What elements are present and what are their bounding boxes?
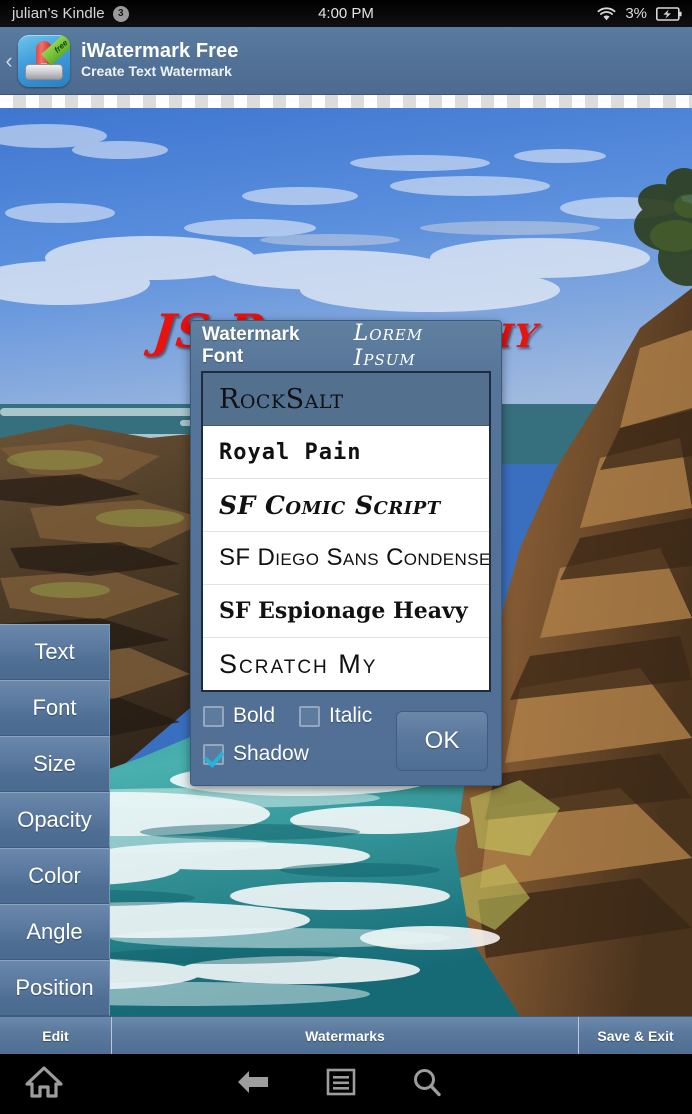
app-header: ‹ free iWatermark Free Create Text Water… (0, 27, 692, 95)
back-chevron-icon[interactable]: ‹ (1, 49, 17, 72)
home-icon[interactable] (25, 1065, 63, 1104)
font-list-item-sf-espionage-heavy[interactable]: SF Espionage Heavy (203, 585, 489, 638)
shadow-checkbox[interactable] (203, 743, 224, 765)
watermarks-tab[interactable]: Watermarks (112, 1017, 579, 1054)
sidebar-item-color[interactable]: Color (0, 848, 110, 904)
dialog-header: Watermark Font Lorem Ipsum (191, 321, 501, 371)
sidebar-item-position[interactable]: Position (0, 960, 110, 1016)
sidebar-item-size[interactable]: Size (0, 736, 110, 792)
sidebar-item-angle[interactable]: Angle (0, 904, 110, 960)
app-title: iWatermark Free (81, 40, 239, 63)
sidebar-item-font[interactable]: Font (0, 680, 110, 736)
bold-checkbox[interactable] (203, 705, 224, 727)
battery-percent: 3% (625, 5, 647, 22)
back-arrow-icon[interactable] (236, 1069, 270, 1100)
font-preview-text: Lorem Ipsum (353, 321, 424, 371)
bold-label: Bold (233, 704, 276, 727)
shadow-label: Shadow (233, 742, 309, 765)
bottom-toolbar: Edit Watermarks Save & Exit (0, 1016, 692, 1054)
wifi-icon (597, 6, 616, 21)
font-list-item-sf-diego-sans-condensed[interactable]: SF Diego Sans Condensed (203, 532, 489, 585)
save-exit-button[interactable]: Save & Exit (579, 1017, 692, 1054)
watermark-font-dialog: Watermark Font Lorem Ipsum RockSalt Roya… (190, 320, 502, 786)
font-list-item-rocksalt[interactable]: RockSalt (203, 373, 489, 426)
status-bar-clock: 4:00 PM (318, 5, 374, 22)
battery-charging-icon (656, 6, 682, 21)
italic-label: Italic (329, 704, 373, 727)
status-bar-right: 3% (597, 5, 682, 22)
ok-button[interactable]: OK (396, 711, 488, 771)
status-bar: julian's Kindle 3 4:00 PM 3% (0, 0, 692, 27)
menu-icon[interactable] (326, 1068, 356, 1101)
font-list-item-scratch-my[interactable]: Scratch My (203, 638, 489, 690)
nav-button-group (236, 1067, 442, 1102)
edit-tools-sidebar: Text Font Size Opacity Color Angle Posit… (0, 624, 110, 1016)
app-root: julian's Kindle 3 4:00 PM 3% ‹ free iWat… (0, 0, 692, 1114)
android-nav-bar (0, 1054, 692, 1114)
sidebar-item-text[interactable]: Text (0, 624, 110, 680)
sidebar-item-opacity[interactable]: Opacity (0, 792, 110, 848)
search-icon[interactable] (412, 1067, 442, 1102)
app-subtitle: Create Text Watermark (81, 63, 232, 80)
iwatermark-app-icon: free (18, 34, 70, 87)
italic-checkbox[interactable] (299, 705, 321, 727)
font-list-item-royal-pain[interactable]: Royal Pain (203, 426, 489, 479)
transparency-checker-strip (0, 95, 692, 108)
app-title-group: iWatermark Free Create Text Watermark (81, 40, 239, 81)
edit-tab[interactable]: Edit (0, 1017, 112, 1054)
font-list[interactable]: RockSalt Royal Pain SF Comic Script SF D… (201, 371, 491, 692)
font-list-item-sf-comic-script[interactable]: SF Comic Script (203, 479, 489, 532)
stamp-base-shape (25, 63, 63, 80)
dialog-title: Watermark Font (202, 324, 300, 367)
